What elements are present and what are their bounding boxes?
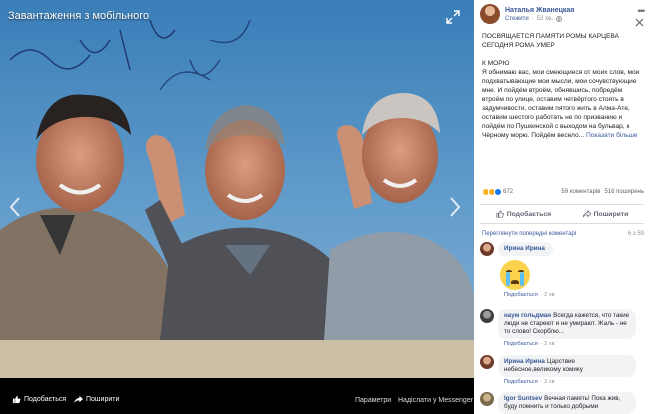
comment-bubble: Ирина Ирина Царствие небесное,великому ко… [498,355,636,377]
comment-time[interactable]: 2 хв [544,341,554,347]
post-actions: Подобається Поширити [480,204,644,224]
post-header: Наталья Жванецкая Стежити · 52 хв. ••• [474,0,650,28]
thumbs-up-icon [12,395,21,404]
sticker-tear [520,272,524,286]
commenter-avatar[interactable] [480,242,494,256]
comment-bubble: наум гольдман Всегда кажется, что такие л… [498,309,636,339]
comment-time[interactable]: 2 хв [544,379,554,385]
commenter-name[interactable]: Ирина Ирина [504,358,545,365]
comment-item: наум гольдман Всегда кажется, что такие л… [480,309,644,347]
reactions-row: 672 59 коментарів 516 поширень [482,188,644,196]
send-in-messenger-link[interactable]: Надіслати у Messenger [398,397,473,404]
viewer-like-button[interactable]: Подобається [12,395,66,404]
post-text: ПОСВЯЩАЕТСЯ ПАМЯТИ РОМЫ КАРЦЕВА СЕГОДНЯ … [474,28,650,140]
like-label: Подобається [506,210,552,218]
comment-like-link[interactable]: Подобається [504,341,538,347]
photo [0,0,474,378]
sticker-mouth [511,280,519,284]
next-photo-arrow-icon[interactable] [448,196,462,218]
comments-position: 6 з 59 [627,231,644,237]
author-avatar[interactable] [480,4,500,24]
post-body: Я обнимаю вас, мои смеющиеся от моих сло… [482,69,640,139]
viewer-share-button[interactable]: Поширити [74,395,119,404]
like-reaction-icon [494,188,502,196]
comment-item: Ирина Ирина Царствие небесное,великому ко… [480,355,644,385]
commenter-avatar[interactable] [480,355,494,369]
follow-link[interactable]: Стежити [505,16,529,22]
author-name[interactable]: Наталья Жванецкая [505,7,574,14]
more-options-icon[interactable]: ••• [638,6,646,16]
comment-item: Igor Suntsev Вечная память! Пока жив, буд… [480,392,644,414]
commenter-name[interactable]: Ирина Ирина [504,245,545,252]
commenter-name[interactable]: наум гольдман [504,312,551,319]
previous-comments-row: Переглянути попередні коментарі 6 з 59 [482,231,644,237]
thumbs-up-icon [496,210,504,218]
post-heading: ПОСВЯЩАЕТСЯ ПАМЯТИ РОМЫ КАРЦЕВА СЕГОДНЯ … [482,33,619,49]
viewer-footer: Подобається Поширити Параметри Надіслати… [0,378,474,414]
close-icon[interactable] [635,18,644,27]
post-panel: Наталья Жванецкая Стежити · 52 хв. ••• П… [474,0,650,414]
photo-title: Завантаження з мобільного [8,10,150,22]
sticker-tear [506,272,510,286]
globe-icon [555,15,562,22]
view-previous-comments-link[interactable]: Переглянути попередні коментарі [482,231,576,237]
viewer-params-link[interactable]: Параметри [355,397,391,404]
comment-bubble: Ирина Ирина [498,242,553,256]
post-time[interactable]: 52 хв. [537,16,553,22]
share-label: Поширити [593,210,629,218]
photo-viewer: Завантаження з мобільного Подобається По… [0,0,474,414]
separator-dot: · [531,15,534,22]
comment-like-link[interactable]: Подобається [504,292,538,298]
crying-sticker-icon [500,260,530,290]
share-arrow-icon [74,395,83,404]
comment-like-link[interactable]: Подобається [504,379,538,385]
post-subheading: К МОРЮ [482,60,510,67]
shares-count[interactable]: 516 поширень [604,189,644,195]
commenter-name[interactable]: Igor Suntsev [504,395,542,402]
comment-bubble: Igor Suntsev Вечная память! Пока жив, буд… [498,392,636,414]
expand-icon[interactable] [446,10,460,24]
comments-count[interactable]: 59 коментарів [561,189,600,195]
comment-item: Ирина Ирина Подобається · 2 хв [480,242,644,298]
commenter-avatar[interactable] [480,392,494,406]
commenter-avatar[interactable] [480,309,494,323]
see-more-link[interactable]: Показати більше [586,132,638,139]
share-arrow-icon [582,210,591,218]
viewer-share-label: Поширити [86,396,120,403]
previous-photo-arrow-icon[interactable] [8,196,22,218]
viewer-like-label: Подобається [24,396,67,403]
comment-time[interactable]: 2 хв [544,292,554,298]
reaction-count[interactable]: 672 [503,189,513,195]
reaction-icons[interactable] [482,188,502,196]
like-button[interactable]: Подобається [496,210,551,218]
share-button[interactable]: Поширити [582,210,629,218]
